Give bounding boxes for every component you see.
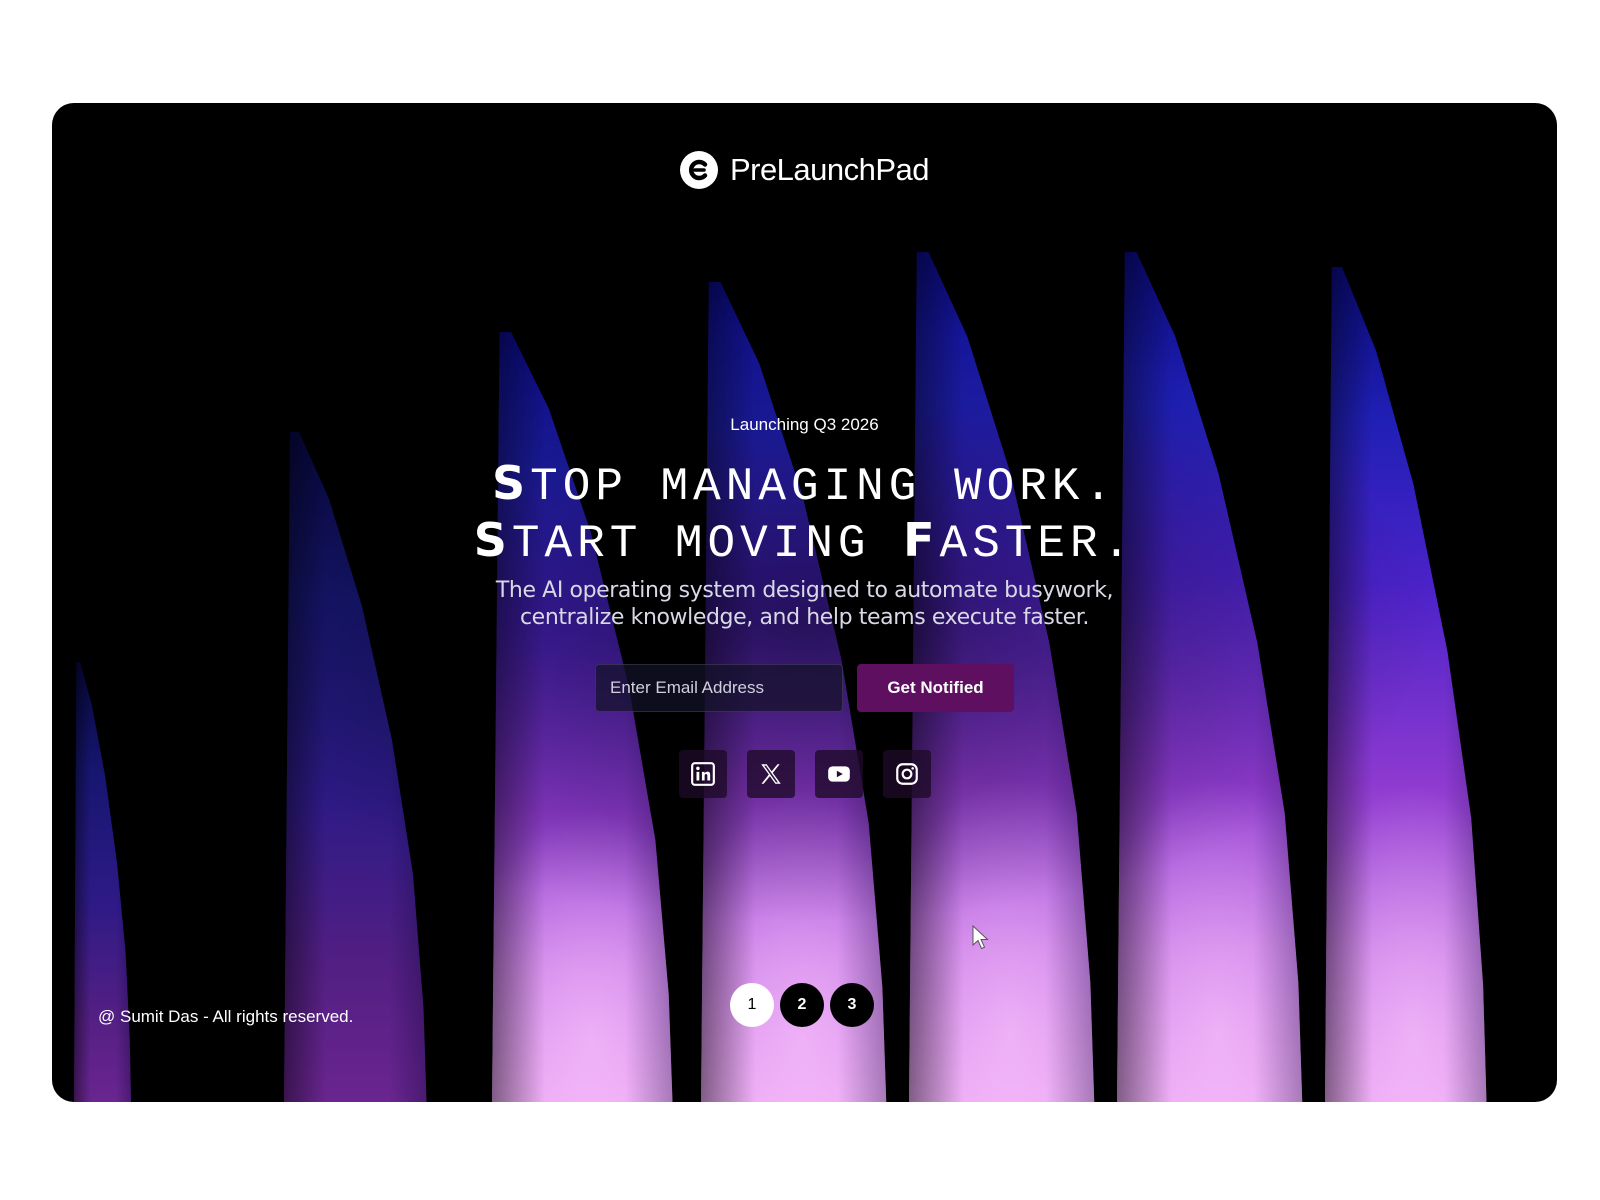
prelaunchpad-logo-icon[interactable] [679,151,718,189]
page-3-button[interactable]: 3 [830,983,874,1027]
youtube-icon[interactable] [814,750,863,798]
launch-date-badge: Launching Q3 2026 [730,415,879,434]
light-beam [74,662,134,1102]
hero-section: Launching Q3 2026 STOP MANAGING WORK. ST… [52,415,1557,631]
page-1-button[interactable]: 1 [730,983,774,1027]
email-input[interactable] [595,664,843,712]
social-links [52,750,1557,798]
page-2-button[interactable]: 2 [780,983,824,1027]
instagram-icon[interactable] [882,750,931,798]
headline-line-1: STOP MANAGING WORK. [491,456,1118,514]
headline-line-2: START MOVING FASTER. [473,513,1136,571]
get-notified-button[interactable]: Get Notified [857,664,1014,712]
brand-header: PreLaunchPad [52,151,1557,189]
hero-subtitle: The AI operating system designed to auto… [495,578,1114,630]
brand-name[interactable]: PreLaunchPad [730,152,930,188]
carousel-pagination: 1 2 3 [730,983,874,1027]
landing-page-frame: PreLaunchPad Launching Q3 2026 STOP MANA… [52,103,1557,1102]
signup-form: Get Notified [52,664,1557,712]
linkedin-icon[interactable] [678,750,727,798]
copyright-text: @ Sumit Das - All rights reserved. [98,1007,354,1026]
x-icon[interactable] [746,750,795,798]
headline: STOP MANAGING WORK. START MOVING FASTER. [52,457,1557,571]
mouse-cursor-icon [972,925,989,950]
